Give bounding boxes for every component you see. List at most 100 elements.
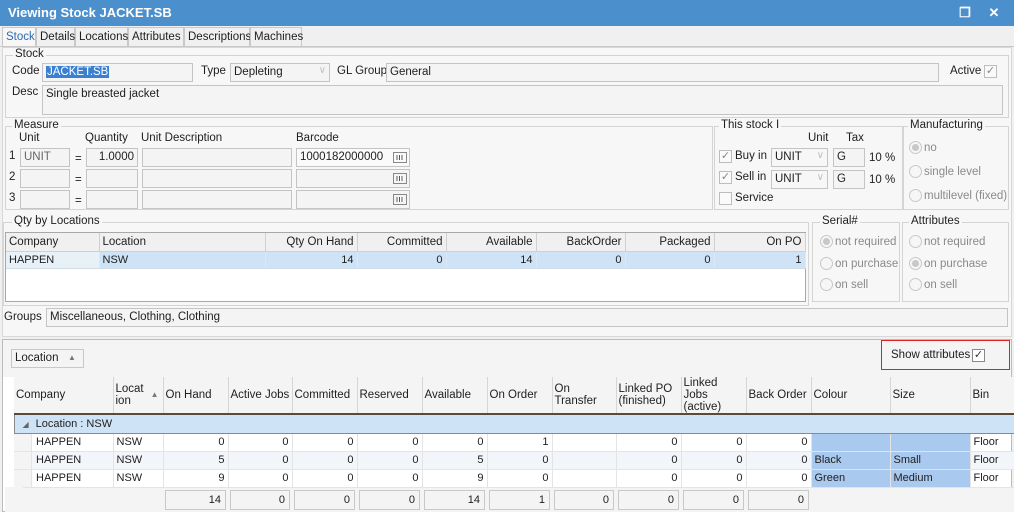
tab-descriptions[interactable]: Descriptions [184, 27, 251, 48]
cell-size[interactable]: Medium [890, 469, 971, 488]
unit-description-field[interactable] [142, 148, 292, 167]
cell-committed: 0 [357, 251, 447, 269]
column-header-location[interactable]: Location [99, 233, 266, 252]
column-header-bin[interactable]: Bin [970, 377, 1014, 415]
cell-size[interactable]: Small [890, 451, 971, 470]
attributes-not-required-radio[interactable] [909, 235, 922, 248]
active-checkbox[interactable]: ✓ [984, 65, 997, 78]
manufacturing-no-radio[interactable] [909, 141, 922, 154]
column-header-company[interactable]: Company [6, 233, 100, 252]
table-row[interactable]: HAPPEN NSW 14 0 14 0 0 1 [6, 251, 806, 269]
column-header-linked-jobs[interactable]: Linked Jobs (active) [681, 377, 747, 415]
column-header-on-hand[interactable]: On Hand [163, 377, 229, 415]
barcode-icon[interactable] [393, 194, 407, 205]
cell-linked-po: 0 [616, 433, 682, 452]
this-stock-group-label: This stock I [719, 119, 782, 131]
buy-in-checkbox[interactable]: ✓ [719, 150, 732, 163]
column-header-committed[interactable]: Committed [292, 377, 358, 415]
unit-field[interactable] [20, 169, 70, 188]
tab-locations[interactable]: Locations [75, 27, 128, 48]
sell-in-tax-field[interactable]: G [833, 170, 865, 189]
column-header-location[interactable]: Locat ion ▲ [113, 377, 164, 415]
column-header-active-jobs[interactable]: Active Jobs [228, 377, 293, 415]
tab-attributes[interactable]: Attributes [128, 27, 184, 48]
column-header-linked-po[interactable]: Linked PO (finished) [616, 377, 682, 415]
tab-machines[interactable]: Machines [250, 27, 303, 48]
service-checkbox[interactable] [719, 192, 732, 205]
measure-row-num: 3 [9, 192, 16, 204]
unit-description-field[interactable] [142, 169, 292, 188]
cell-company: HAPPEN [14, 451, 114, 470]
quantity-field[interactable] [86, 190, 138, 209]
column-header-size[interactable]: Size [890, 377, 971, 415]
column-header-packaged[interactable]: Packaged [625, 233, 715, 252]
attributes-on-sell-radio[interactable] [909, 278, 922, 291]
buy-in-tax-field[interactable]: G [833, 148, 865, 167]
sell-in-unit-select[interactable]: UNIT ∨ [771, 170, 828, 189]
tab-details[interactable]: Details [36, 27, 75, 48]
unit-field[interactable]: UNIT [20, 148, 70, 167]
code-field[interactable]: JACKET.SB [42, 63, 193, 82]
table-row[interactable]: HAPPEN NSW 5 0 0 0 5 0 0 0 0 Black Small… [14, 451, 1014, 470]
column-header-company[interactable]: Company [14, 377, 114, 415]
buy-in-unit-select[interactable]: UNIT ∨ [771, 148, 828, 167]
cell-colour[interactable]: Green [811, 469, 891, 488]
collapse-group-icon[interactable]: ◢ [23, 420, 29, 429]
column-header-on-order[interactable]: On Order [487, 377, 553, 415]
serial-on-purchase-radio[interactable] [820, 257, 833, 270]
type-select[interactable]: Depleting ∨ [230, 63, 330, 82]
barcode-field[interactable]: 1000182000000 [296, 148, 410, 167]
column-header-on-transfer[interactable]: On Transfer [552, 377, 617, 415]
cell-colour[interactable] [811, 433, 891, 452]
barcode-field[interactable] [296, 169, 410, 188]
cell-committed: 0 [292, 451, 358, 470]
gl-group-field[interactable]: General [386, 63, 939, 82]
attributes-on-purchase-radio[interactable] [909, 257, 922, 270]
barcode-field[interactable] [296, 190, 410, 209]
unit-field[interactable] [20, 190, 70, 209]
cell-on-hand: 9 [163, 469, 229, 488]
unit-header: Unit [808, 132, 829, 144]
cell-linked-jobs: 0 [681, 451, 747, 470]
barcode-icon[interactable] [393, 152, 407, 163]
column-header-available[interactable]: Available [422, 377, 488, 415]
table-row[interactable]: HAPPEN NSW 9 0 0 0 9 0 0 0 0 Green Mediu… [14, 469, 1014, 488]
cell-colour[interactable]: Black [811, 451, 891, 470]
cell-reserved: 0 [357, 433, 423, 452]
cell-size[interactable] [890, 433, 971, 452]
manufacturing-single-level-radio[interactable] [909, 165, 922, 178]
table-row[interactable]: HAPPEN NSW 0 0 0 0 0 1 0 0 0 Floor [14, 433, 1014, 452]
serial-on-sell-radio[interactable] [820, 278, 833, 291]
quantity-field[interactable] [86, 169, 138, 188]
column-header-available[interactable]: Available [446, 233, 537, 252]
service-label: Service [735, 192, 774, 204]
group-row-location-nsw[interactable]: ◢ Location : NSW [13, 413, 1014, 434]
unit-description-field[interactable] [142, 190, 292, 209]
column-header-backorder[interactable]: BackOrder [536, 233, 626, 252]
group-by-location-chip[interactable]: Location ▲ [11, 349, 84, 368]
column-header-committed[interactable]: Committed [357, 233, 447, 252]
cell-available: 5 [422, 451, 488, 470]
restore-window-icon[interactable]: ❐ [954, 4, 976, 22]
cell-active-jobs: 0 [228, 433, 293, 452]
column-header-qty-on-hand[interactable]: Qty On Hand [265, 233, 358, 252]
sell-in-label: Sell in [735, 171, 767, 183]
serial-not-required-radio[interactable] [820, 235, 833, 248]
quantity-field[interactable]: 1.0000 [86, 148, 138, 167]
measure-row-num: 1 [9, 150, 16, 162]
column-header-reserved[interactable]: Reserved [357, 377, 423, 415]
desc-field[interactable]: Single breasted jacket [42, 85, 1003, 115]
window-title: Viewing Stock JACKET.SB [8, 5, 172, 20]
cell-committed: 0 [292, 469, 358, 488]
show-attributes-checkbox[interactable]: ✓ [972, 349, 985, 362]
sell-in-checkbox[interactable]: ✓ [719, 171, 732, 184]
grid-header-row: Company Locat ion ▲ On Hand Active Jobs C… [14, 377, 1014, 415]
groups-field[interactable]: Miscellaneous, Clothing, Clothing [46, 308, 1008, 327]
total-linked-po: 0 [618, 489, 679, 510]
column-header-colour[interactable]: Colour [811, 377, 891, 415]
close-icon[interactable]: ✕ [983, 4, 1005, 22]
manufacturing-multilevel-radio[interactable] [909, 189, 922, 202]
column-header-back-order[interactable]: Back Order [746, 377, 812, 415]
column-header-on-po[interactable]: On PO [714, 233, 806, 252]
barcode-icon[interactable] [393, 173, 407, 184]
